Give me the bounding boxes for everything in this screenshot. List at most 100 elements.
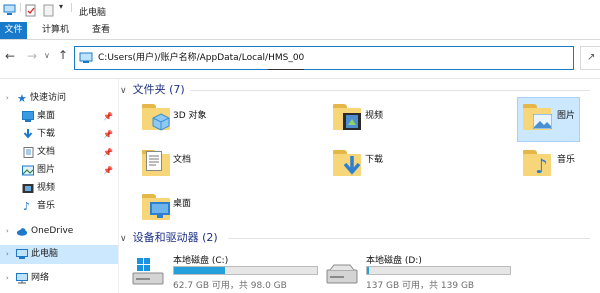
drive-label[interactable]: 本地磁盘 (D:) bbox=[366, 253, 422, 266]
tab-view[interactable]: 查看 bbox=[84, 22, 118, 39]
folder-downloads[interactable] bbox=[333, 150, 363, 176]
title-bar: | ▾ | 此电脑 bbox=[0, 0, 600, 22]
network-icon bbox=[16, 273, 28, 284]
sidebar-item-desktop[interactable]: 桌面 📌 bbox=[0, 107, 118, 126]
tab-file[interactable]: 文件 bbox=[0, 22, 27, 39]
folder-3d-objects[interactable] bbox=[142, 104, 172, 131]
download-arrow-icon bbox=[343, 156, 361, 175]
recent-locations-icon[interactable]: ∨ bbox=[44, 51, 50, 60]
new-folder-icon[interactable] bbox=[43, 4, 55, 17]
drive-usage-fill bbox=[367, 267, 369, 274]
desktop-screen-icon bbox=[150, 202, 170, 218]
customize-toolbar-icon[interactable]: ▾ bbox=[59, 2, 63, 11]
chevron-right-icon[interactable]: › bbox=[6, 222, 9, 241]
group-divider bbox=[190, 90, 590, 91]
sidebar-item-network[interactable]: › 网络 bbox=[0, 269, 118, 288]
title-separator: | bbox=[19, 3, 23, 13]
sidebar-item-quick-access[interactable]: › ★ 快速访问 bbox=[0, 89, 118, 108]
folder-videos[interactable] bbox=[333, 104, 363, 130]
refresh-button[interactable]: ↗ bbox=[580, 46, 600, 70]
picture-icon bbox=[22, 165, 34, 176]
back-arrow-icon[interactable]: ← bbox=[5, 49, 15, 63]
sidebar-item-label: OneDrive bbox=[31, 226, 74, 236]
sidebar-item-label: 图片 bbox=[37, 165, 56, 175]
drive-usage-fill bbox=[174, 267, 225, 274]
ribbon-tabs: 文件 计算机 查看 bbox=[0, 22, 600, 40]
up-arrow-icon[interactable]: ↑ bbox=[58, 48, 68, 62]
sidebar-item-downloads[interactable]: 下载 📌 bbox=[0, 125, 118, 144]
computer-icon bbox=[16, 249, 28, 259]
sidebar-item-videos[interactable]: 视频 bbox=[0, 179, 118, 198]
pin-icon[interactable]: 📌 bbox=[103, 125, 113, 144]
hard-drive-icon[interactable] bbox=[326, 264, 360, 286]
music-note-icon: ♪ bbox=[535, 154, 548, 178]
folder-label[interactable]: 音乐 bbox=[557, 152, 575, 165]
sidebar-item-label: 下载 bbox=[37, 129, 56, 139]
sidebar-item-onedrive[interactable]: › OneDrive bbox=[0, 222, 118, 241]
address-path-tail: HMS_00 bbox=[268, 47, 305, 70]
folder-label[interactable]: 文档 bbox=[173, 152, 191, 165]
drives-group-header[interactable]: ∨ 设备和驱动器 (2) bbox=[120, 230, 600, 246]
title-separator: | bbox=[70, 3, 74, 13]
navigation-pane: › ★ 快速访问 桌面 📌 下载 📌 文档 📌 图片 📌 视频 ♪ 音乐 › O… bbox=[0, 79, 119, 293]
sidebar-item-label: 视频 bbox=[37, 183, 56, 193]
folder-label[interactable]: 桌面 bbox=[173, 196, 191, 209]
folder-label[interactable]: 3D 对象 bbox=[173, 108, 207, 121]
chevron-right-icon[interactable]: › bbox=[6, 89, 9, 108]
chevron-down-icon[interactable]: ∨ bbox=[120, 234, 127, 244]
video-icon bbox=[22, 184, 34, 193]
pin-icon[interactable]: 📌 bbox=[103, 143, 113, 162]
music-icon: ♪ bbox=[23, 200, 31, 213]
sidebar-item-music[interactable]: ♪ 音乐 bbox=[0, 197, 118, 216]
folder-label[interactable]: 图片 bbox=[557, 108, 575, 121]
chevron-right-icon[interactable]: › bbox=[6, 269, 9, 288]
forward-arrow-icon[interactable]: → bbox=[27, 49, 37, 63]
folder-pictures[interactable] bbox=[523, 104, 553, 130]
3d-objects-icon bbox=[152, 113, 170, 131]
drive-label[interactable]: 本地磁盘 (C:) bbox=[173, 253, 228, 266]
folder-label[interactable]: 下载 bbox=[365, 152, 383, 165]
document-page-icon bbox=[146, 151, 162, 171]
address-bar[interactable]: C:Users(用户)/账户名称/AppData/Local/HMS_00 bbox=[74, 46, 574, 70]
star-icon: ★ bbox=[17, 92, 27, 105]
film-strip-icon bbox=[343, 113, 361, 130]
group-divider bbox=[228, 238, 590, 239]
address-path[interactable]: C:Users(用户)/账户名称/AppData/Local/HMS_00 bbox=[98, 47, 305, 70]
drive-usage-bar bbox=[366, 266, 511, 275]
refresh-icon: ↗ bbox=[587, 52, 596, 63]
folder-music[interactable]: ♪ bbox=[523, 150, 553, 178]
folder-label[interactable]: 视频 bbox=[365, 108, 383, 121]
document-icon bbox=[23, 147, 34, 158]
folder-documents[interactable] bbox=[142, 150, 172, 176]
sidebar-item-label: 桌面 bbox=[37, 111, 56, 121]
group-title: 设备和驱动器 (2) bbox=[132, 231, 218, 244]
window-title: 此电脑 bbox=[79, 8, 107, 18]
chevron-right-icon[interactable]: › bbox=[6, 245, 9, 264]
sidebar-item-documents[interactable]: 文档 📌 bbox=[0, 143, 118, 162]
address-path-prefix: C:Users(用户)/账户名称/AppData/Local/ bbox=[98, 53, 269, 63]
sidebar-item-pictures[interactable]: 图片 📌 bbox=[0, 161, 118, 180]
windows-drive-icon[interactable] bbox=[132, 258, 166, 288]
computer-icon bbox=[79, 52, 93, 63]
landscape-picture-icon bbox=[533, 114, 552, 129]
folder-desktop[interactable] bbox=[142, 194, 172, 220]
group-title: 文件夹 (7) bbox=[132, 83, 185, 96]
download-icon bbox=[23, 129, 33, 139]
sidebar-item-label: 快速访问 bbox=[30, 93, 67, 103]
drive-free-space: 62.7 GB 可用，共 98.0 GB bbox=[173, 281, 287, 291]
pin-icon[interactable]: 📌 bbox=[103, 107, 113, 126]
sidebar-item-label: 音乐 bbox=[37, 201, 56, 211]
desktop-icon bbox=[22, 111, 34, 122]
pin-icon[interactable]: 📌 bbox=[103, 161, 113, 180]
drive-free-space: 137 GB 可用，共 139 GB bbox=[366, 281, 475, 291]
tab-computer[interactable]: 计算机 bbox=[34, 22, 77, 39]
folders-group-header[interactable]: ∨ 文件夹 (7) bbox=[120, 82, 600, 98]
sidebar-item-this-pc[interactable]: › 此电脑 bbox=[0, 245, 118, 264]
drive-usage-bar bbox=[173, 266, 318, 275]
computer-icon bbox=[3, 4, 16, 15]
sidebar-item-label: 文档 bbox=[37, 147, 56, 157]
sidebar-item-label: 此电脑 bbox=[31, 249, 59, 259]
chevron-down-icon[interactable]: ∨ bbox=[120, 86, 127, 96]
cloud-icon bbox=[16, 228, 28, 236]
properties-icon[interactable] bbox=[25, 4, 37, 17]
